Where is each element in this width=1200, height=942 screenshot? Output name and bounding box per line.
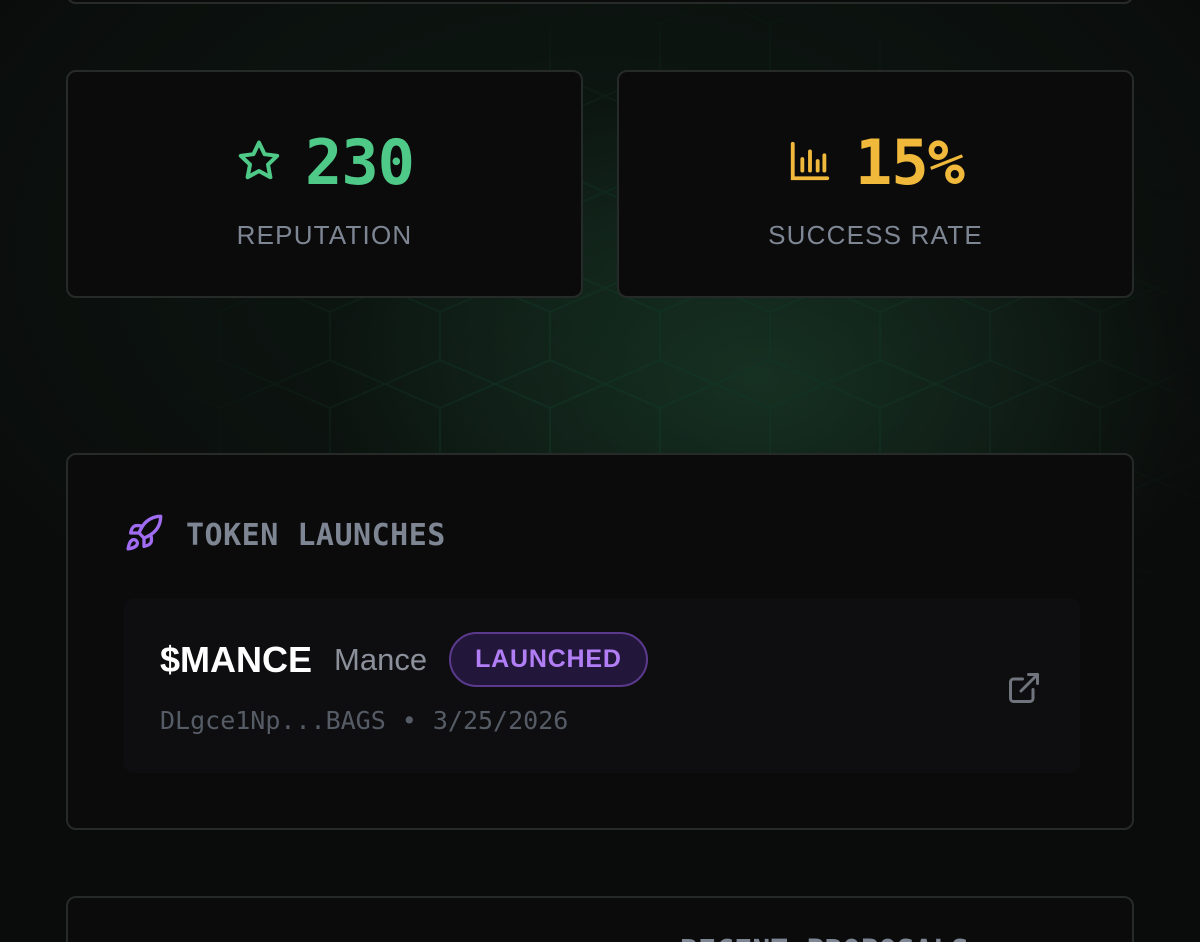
status-badge: LAUNCHED xyxy=(449,632,648,687)
success-rate-row: 15% xyxy=(619,132,1132,194)
success-rate-value: 15% xyxy=(855,126,965,199)
token-name: Mance xyxy=(334,641,428,677)
reputation-card: 230 REPUTATION xyxy=(66,70,583,298)
token-ticker: $MANCE xyxy=(160,638,313,680)
launch-date: 3/25/2026 xyxy=(432,706,569,735)
bar-chart-icon xyxy=(787,138,833,189)
profile-page: 230 REPUTATION 15% SUCCESS RATE TOKEN LA… xyxy=(0,0,1200,942)
reputation-value: 230 xyxy=(305,126,415,199)
reputation-label: REPUTATION xyxy=(236,220,413,250)
token-address: DLgce1Np...BAGS xyxy=(160,706,386,735)
recent-proposals-card: RECENT PROPOSALS xyxy=(66,896,1134,942)
meta-separator: • xyxy=(401,706,417,735)
rocket-icon xyxy=(124,513,164,558)
star-icon xyxy=(235,137,283,190)
reputation-row: 230 xyxy=(68,132,581,194)
section-title: TOKEN LAUNCHES xyxy=(186,518,446,553)
recent-proposals-title: RECENT PROPOSALS xyxy=(680,934,969,942)
token-launches-card: TOKEN LAUNCHES $MANCE Mance LAUNCHED DLg… xyxy=(66,453,1134,830)
token-heading: $MANCE Mance LAUNCHED xyxy=(160,632,648,687)
token-meta: DLgce1Np...BAGS • 3/25/2026 xyxy=(160,706,568,735)
section-header: TOKEN LAUNCHES xyxy=(124,513,446,558)
success-rate-label: SUCCESS RATE xyxy=(768,220,983,250)
token-launch-item[interactable]: $MANCE Mance LAUNCHED DLgce1Np...BAGS • … xyxy=(124,598,1080,773)
previous-section-card xyxy=(66,0,1134,4)
success-rate-card: 15% SUCCESS RATE xyxy=(617,70,1134,298)
external-link-icon[interactable] xyxy=(1006,670,1042,706)
